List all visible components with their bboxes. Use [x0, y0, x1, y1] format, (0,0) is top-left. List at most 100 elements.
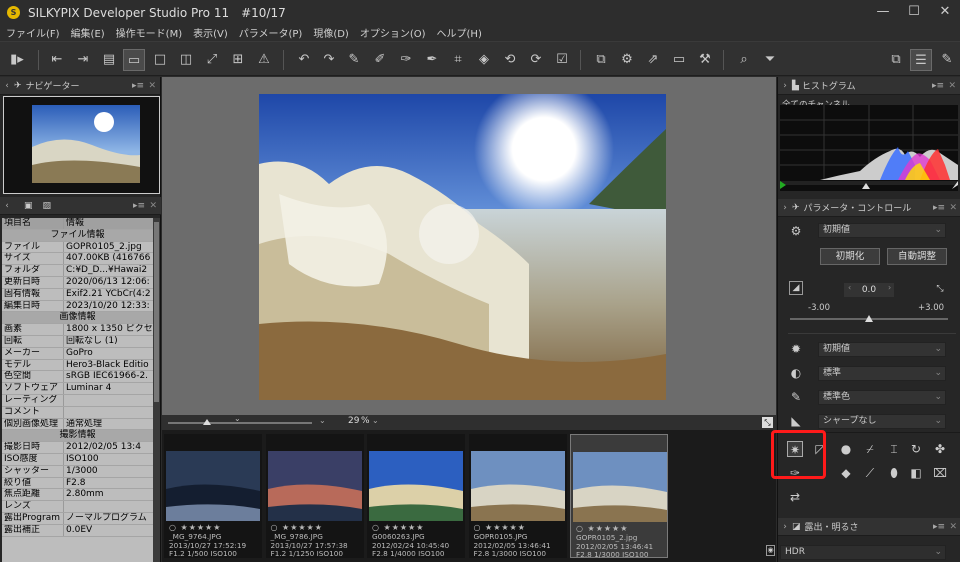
scroll-toggle-icon[interactable]: ◉	[766, 545, 775, 556]
color-icon[interactable]: ✎	[788, 389, 804, 405]
zoom-value[interactable]: 29	[348, 416, 359, 426]
image-viewer[interactable]	[162, 77, 776, 426]
menu-develop[interactable]: 現像(D)	[313, 25, 349, 40]
prev-image-icon[interactable]: ⇤	[46, 49, 68, 71]
exposure-bias-icon[interactable]: ◢	[789, 281, 803, 295]
check-icon[interactable]: ☑	[551, 49, 573, 71]
collapse-icon[interactable]: ‹	[0, 201, 14, 211]
white-balance-icon[interactable]: ✹	[788, 341, 804, 357]
scroll-thumb[interactable]	[154, 222, 159, 402]
filmstrip-item[interactable]: ○ ★★★★★ GOPR0105_2.jpg 2012/02/05 13:46:41…	[570, 434, 668, 559]
rating-stars[interactable]: ○ ★★★★★	[576, 524, 628, 533]
tools-icon[interactable]: ⚒	[694, 49, 716, 71]
menu-file[interactable]: ファイル(F)	[6, 25, 60, 40]
develop-icon[interactable]: ⧉	[590, 49, 612, 71]
next-image-icon[interactable]: ⇥	[72, 49, 94, 71]
exposure-value[interactable]: 0.0	[844, 283, 894, 297]
filmstrip-view-icon[interactable]: ▭	[123, 49, 145, 71]
decrease-icon[interactable]: ‹	[848, 283, 851, 292]
close-button[interactable]: ✕	[930, 0, 960, 24]
window-layout-icon[interactable]: ⧉	[885, 49, 907, 71]
tone-select[interactable]: 標準 ⌄	[818, 366, 946, 381]
panel-close-icon[interactable]: ✕	[949, 203, 957, 213]
panel-menu-icon[interactable]: ▸≡	[933, 203, 945, 213]
filmstrip-item[interactable]: ○ ★★★★★ _MG_9764.JPG 2013/10/27 17:52:19 F1…	[164, 434, 262, 558]
menu-help[interactable]: ヘルプ(H)	[437, 25, 482, 40]
preset-select[interactable]: 初期値 ⌄	[818, 223, 946, 238]
single-view-icon[interactable]: □	[149, 49, 171, 71]
sharpness-icon[interactable]: ◣	[788, 413, 804, 429]
zoom-unit-dropdown-icon[interactable]: ⌄	[372, 416, 379, 425]
panel-close-icon[interactable]: ✕	[948, 81, 956, 91]
rating-stars[interactable]: ○ ★★★★★	[372, 523, 424, 532]
brush-tool-icon[interactable]: ⟋	[862, 465, 878, 481]
panel-menu-icon[interactable]: ▸≡	[132, 81, 144, 91]
rating-stars[interactable]: ○ ★★★★★	[271, 523, 323, 532]
auto-adjust-button[interactable]: 自動調整	[887, 248, 947, 265]
menu-parameter[interactable]: パラメータ(P)	[239, 25, 303, 40]
brush-tool-icon[interactable]: ✎	[936, 49, 958, 71]
slideshow-icon[interactable]: ▭	[668, 49, 690, 71]
minimize-button[interactable]: —	[868, 0, 898, 24]
zoom-dropdown-icon[interactable]: ⌄	[319, 416, 326, 425]
image-info-icon[interactable]: ▨	[43, 201, 52, 211]
panel-close-icon[interactable]: ✕	[949, 522, 957, 532]
panel-menu-icon[interactable]: ▸≡	[932, 81, 944, 91]
color-select[interactable]: 標準色 ⌄	[818, 390, 946, 405]
exposure-slider-handle[interactable]	[865, 315, 873, 322]
zoom-slider-handle[interactable]	[203, 419, 211, 425]
copy-params-icon[interactable]: ✎	[343, 49, 365, 71]
apply-params-icon[interactable]: ✑	[395, 49, 417, 71]
effects-tool-icon[interactable]: ✤	[932, 441, 948, 457]
rating-stars[interactable]: ○ ★★★★★	[169, 523, 221, 532]
search-icon[interactable]: ⌕	[733, 49, 755, 71]
dropper-tool-icon[interactable]: ⌿	[862, 441, 878, 457]
frame-tool-icon[interactable]: ⌶	[886, 441, 902, 457]
control-panel-icon[interactable]: ☰	[910, 49, 932, 71]
transform-tool-icon[interactable]: ⇄	[787, 489, 803, 505]
collapse-icon[interactable]: ›	[778, 203, 792, 213]
collapse-icon[interactable]: ‹	[0, 81, 14, 91]
crop-icon[interactable]: ⌗	[447, 49, 469, 71]
rotate-tool-icon[interactable]: ↻	[908, 441, 924, 457]
hdr-select[interactable]: HDR ⌄	[780, 545, 946, 560]
image-list-icon[interactable]: ▤	[98, 49, 120, 71]
export-icon[interactable]: ⇗	[642, 49, 664, 71]
paste-params-icon[interactable]: ✐	[369, 49, 391, 71]
compare-view-icon[interactable]: ◫	[175, 49, 197, 71]
rotate-right-icon[interactable]: ⟳	[525, 49, 547, 71]
eraser-tool-icon[interactable]: ⬮	[886, 465, 902, 481]
init-button[interactable]: 初期化	[820, 248, 880, 265]
expand-icon[interactable]: ⤡	[932, 281, 948, 297]
rating-stars[interactable]: ○ ★★★★★	[474, 523, 526, 532]
filmstrip-item[interactable]: ○ ★★★★★ G0060263.JPG 2012/02/24 10:45:40 F2…	[367, 434, 465, 558]
gear-icon[interactable]: ⚙	[788, 223, 804, 239]
panel-close-icon[interactable]: ✕	[148, 81, 156, 91]
sphere-tool-icon[interactable]: ●	[838, 441, 854, 457]
menu-view[interactable]: 表示(V)	[193, 25, 228, 40]
wb-select[interactable]: 初期値 ⌄	[818, 342, 946, 357]
menu-mode[interactable]: 操作モード(M)	[116, 25, 182, 40]
tone-icon[interactable]: ◐	[788, 365, 804, 381]
open-file-icon[interactable]: ▮▸	[6, 49, 28, 71]
menu-option[interactable]: オプション(O)	[360, 25, 426, 40]
panel-menu-icon[interactable]: ▸≡	[933, 522, 945, 532]
navigator-preview[interactable]	[3, 96, 160, 194]
menu-edit[interactable]: 編集(E)	[71, 25, 105, 40]
grid-icon[interactable]: ⊞	[227, 49, 249, 71]
crop-tool-icon[interactable]: ⌧	[932, 465, 948, 481]
fit-view-icon[interactable]: ⤡	[762, 417, 773, 428]
mask-tool-icon[interactable]: ◧	[908, 465, 924, 481]
maximize-button[interactable]: ☐	[899, 0, 929, 24]
filmstrip-item[interactable]: ○ ★★★★★ _MG_9786.JPG 2013/10/27 17:57:38 F1…	[265, 434, 364, 558]
layers-icon[interactable]: ◈	[473, 49, 495, 71]
panel-menu-icon[interactable]: ▸≡	[133, 201, 145, 211]
filter-icon[interactable]: ⏷	[759, 49, 781, 71]
fullscreen-icon[interactable]: ⤢	[201, 49, 223, 71]
filmstrip-item[interactable]: ○ ★★★★★ GOPR0105.JPG 2012/02/05 13:46:41 F2…	[468, 434, 567, 558]
main-image[interactable]	[259, 94, 666, 400]
collapse-icon[interactable]: ›	[778, 522, 792, 532]
rotate-left-icon[interactable]: ⟲	[499, 49, 521, 71]
redo-icon[interactable]: ↷	[318, 49, 340, 71]
undo-icon[interactable]: ↶	[293, 49, 315, 71]
